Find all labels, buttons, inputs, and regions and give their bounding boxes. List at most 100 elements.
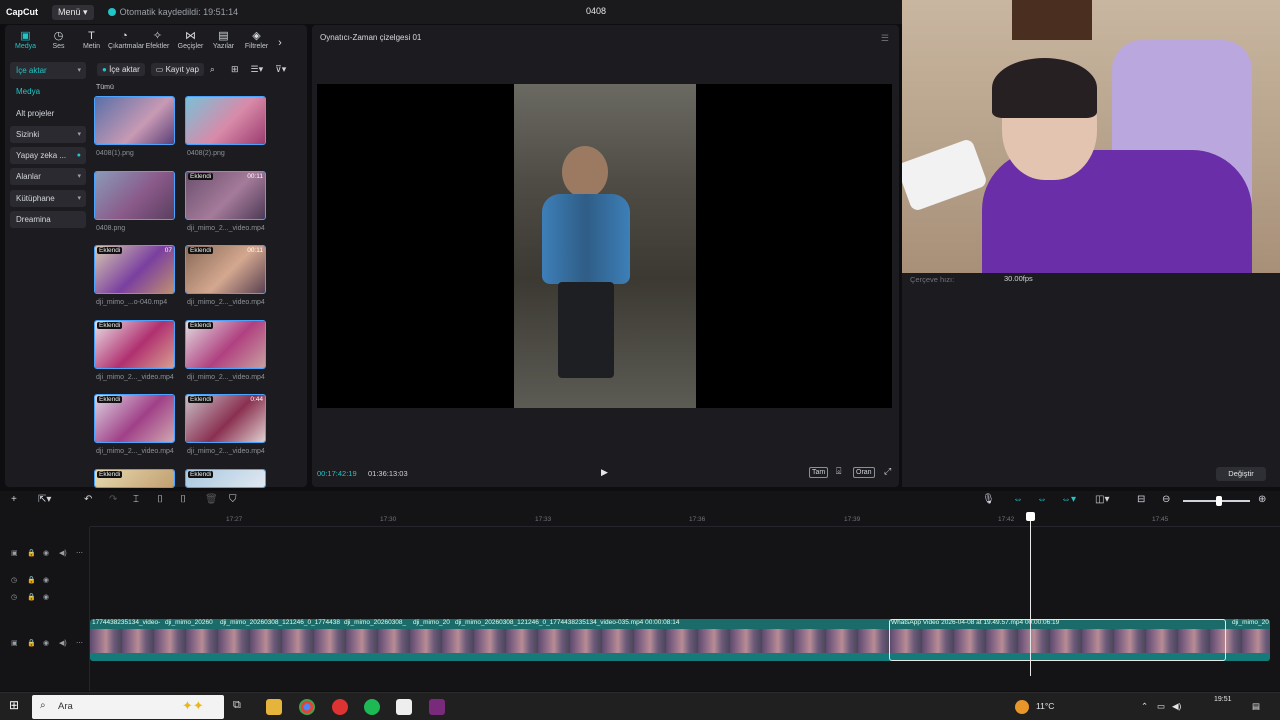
tab-transitions[interactable]: ⋈ Geçişler [174,30,207,53]
sort-icon[interactable]: ☰▾ [251,64,264,75]
playhead-handle[interactable] [1026,512,1035,521]
import-button[interactable]: ● İçe aktar [97,62,145,76]
sidebar-item-dreamina[interactable]: Dreamina [10,211,86,229]
media-thumb[interactable]: Eklendi 00:11 [185,171,266,220]
snap-icon[interactable]: ⇔▾ [1061,494,1076,505]
media-thumb[interactable]: Eklendi [94,469,175,488]
clip-label[interactable]: dji_mimo_20260 [163,619,213,629]
obs-icon[interactable] [332,699,348,715]
snapshot-icon[interactable]: ⌻ [834,467,843,476]
trim-right-icon[interactable]: ⌷ [180,494,186,505]
chrome-icon[interactable] [299,699,315,715]
notification-icon[interactable]: ▤ [1252,701,1260,712]
magnet-icon[interactable]: ⇔ [1037,494,1047,505]
tabs-more-button[interactable]: › [273,37,287,53]
sidebar-item-yours[interactable]: Sizinki ▾ [10,125,86,143]
add-icon[interactable]: + [11,494,17,505]
grid-view-icon[interactable]: ⊞ [231,64,239,75]
sidebar-item-media[interactable]: Medya [10,83,86,100]
playhead[interactable] [1030,515,1031,676]
tab-text[interactable]: T Metin [75,30,108,53]
split-icon[interactable]: ⌶ [133,494,139,505]
trim-left-icon[interactable]: ⌷ [157,494,163,505]
filter-icon[interactable]: ⊽▾ [275,64,286,75]
tray-chevron-icon[interactable]: ⌃ [1141,701,1148,712]
shield-icon[interactable]: ⛉ [229,494,237,505]
media-thumb[interactable] [94,96,175,145]
media-thumb[interactable]: Eklendi [185,469,266,488]
tab-filters[interactable]: ◈ Filtreler [240,30,273,53]
play-button[interactable]: ▶ [601,467,608,478]
lock-icon[interactable]: 🔒 [27,576,36,584]
file-explorer-icon[interactable] [266,699,282,715]
spotify-icon[interactable] [364,699,380,715]
eye-icon[interactable]: ◉ [43,576,49,584]
delete-icon[interactable]: 🗑 [205,494,218,505]
lock-icon[interactable]: 🔒 [27,549,36,557]
media-thumb[interactable] [185,96,266,145]
zoom-out-icon[interactable]: ⊖ [1162,494,1170,505]
eye-icon[interactable]: ◉ [43,593,49,601]
weather-icon[interactable] [1015,700,1029,714]
added-badge: Eklendi [188,322,214,329]
media-thumb[interactable]: Eklendi 00:11 [185,245,266,294]
lock-icon[interactable]: 🔒 [27,639,36,647]
clip-label[interactable]: dji_mimo_20 [1230,619,1269,629]
volume-icon[interactable]: ◀) [59,549,67,557]
sidebar-item-import[interactable]: İçe aktar ▾ [10,62,86,79]
link-icon[interactable]: ⇔ [1013,494,1023,505]
clip-label[interactable]: dji_mimo_20260308_ [342,619,408,629]
clip-label[interactable]: dji_mimo_20 [411,619,453,629]
more-icon[interactable]: ⋯ [76,549,83,557]
media-thumb[interactable]: Eklendi 07 [94,245,175,294]
undo-icon[interactable]: ↶ [84,494,92,505]
media-thumb[interactable]: Eklendi [94,394,175,443]
taskbar-search[interactable]: ⌕ Ara ✦✦ [32,695,224,719]
app-icon[interactable] [429,699,445,715]
sidebar-item-subprojects[interactable]: Alt projeler [10,105,86,122]
tab-stickers[interactable]: ◔ Çıkartmalar [108,30,144,53]
video-viewport[interactable] [317,84,892,408]
eye-icon[interactable]: ◉ [43,639,49,647]
volume-icon[interactable]: ◀) [1172,701,1181,712]
redo-icon[interactable]: ↷ [109,494,117,505]
selected-clip-outline[interactable] [889,619,1226,661]
media-thumb[interactable]: Eklendi [94,320,175,369]
lock-icon[interactable]: 🔒 [27,593,36,601]
sidebar-item-ai[interactable]: Yapay zeka ... ● [10,147,86,165]
change-button[interactable]: Değiştir [1216,467,1266,481]
clip-label[interactable]: dji_mimo_20260308_121246_0_1774438 [218,619,340,629]
menu-button[interactable]: Menü ▾ [52,4,94,20]
thumbnail-icon[interactable]: ⊟ [1137,494,1145,505]
tab-media[interactable]: ▣ Medya [9,30,42,53]
record-button[interactable]: ▭ Kayıt yap [150,62,204,76]
ratio-button[interactable]: Oran [853,467,875,478]
sidebar-item-library[interactable]: Kütüphane ▾ [10,189,86,207]
timeline-ruler[interactable]: 17:27 17:30 17:33 17:36 17:39 17:42 17:4… [90,511,1280,527]
volume-icon[interactable]: ◀) [59,639,67,647]
select-tool-icon[interactable]: ⇱▾ [38,494,51,505]
more-icon[interactable]: ⋯ [76,639,83,647]
zoom-in-icon[interactable]: ⊕ [1258,494,1266,505]
preview-axis-icon[interactable]: ◫▾ [1095,494,1109,505]
menu-icon[interactable]: ☰ [881,33,889,44]
task-view-icon[interactable]: ⧉ [233,699,249,715]
eye-icon[interactable]: ◉ [43,549,49,557]
zoom-slider-handle[interactable] [1216,496,1222,506]
sidebar-item-spaces[interactable]: Alanlar ▾ [10,168,86,186]
microphone-icon[interactable]: 🎙 [982,494,995,505]
clip-label[interactable]: 17744382351​34_video- [90,619,160,629]
search-icon[interactable]: ⌕ [210,64,215,75]
tab-captions[interactable]: ▤ Yazılar [207,30,240,53]
tab-effects[interactable]: ✧ Efektler [141,30,174,53]
tab-audio[interactable]: ◷ Ses [42,30,75,53]
fullscreen-icon[interactable]: ⤢ [882,467,893,476]
media-thumb[interactable]: Eklendi 0:44 [185,394,266,443]
media-thumb[interactable]: Eklendi [185,320,266,369]
clip-label[interactable]: dji_mimo_20260308_121246_0_1774438235134… [453,619,679,629]
windows-start-icon[interactable]: ⊞ [9,698,25,714]
full-quality-button[interactable]: Tam [809,467,829,478]
media-thumb[interactable] [94,171,175,220]
capcut-icon[interactable] [396,699,412,715]
network-icon[interactable]: ▭ [1157,701,1165,712]
